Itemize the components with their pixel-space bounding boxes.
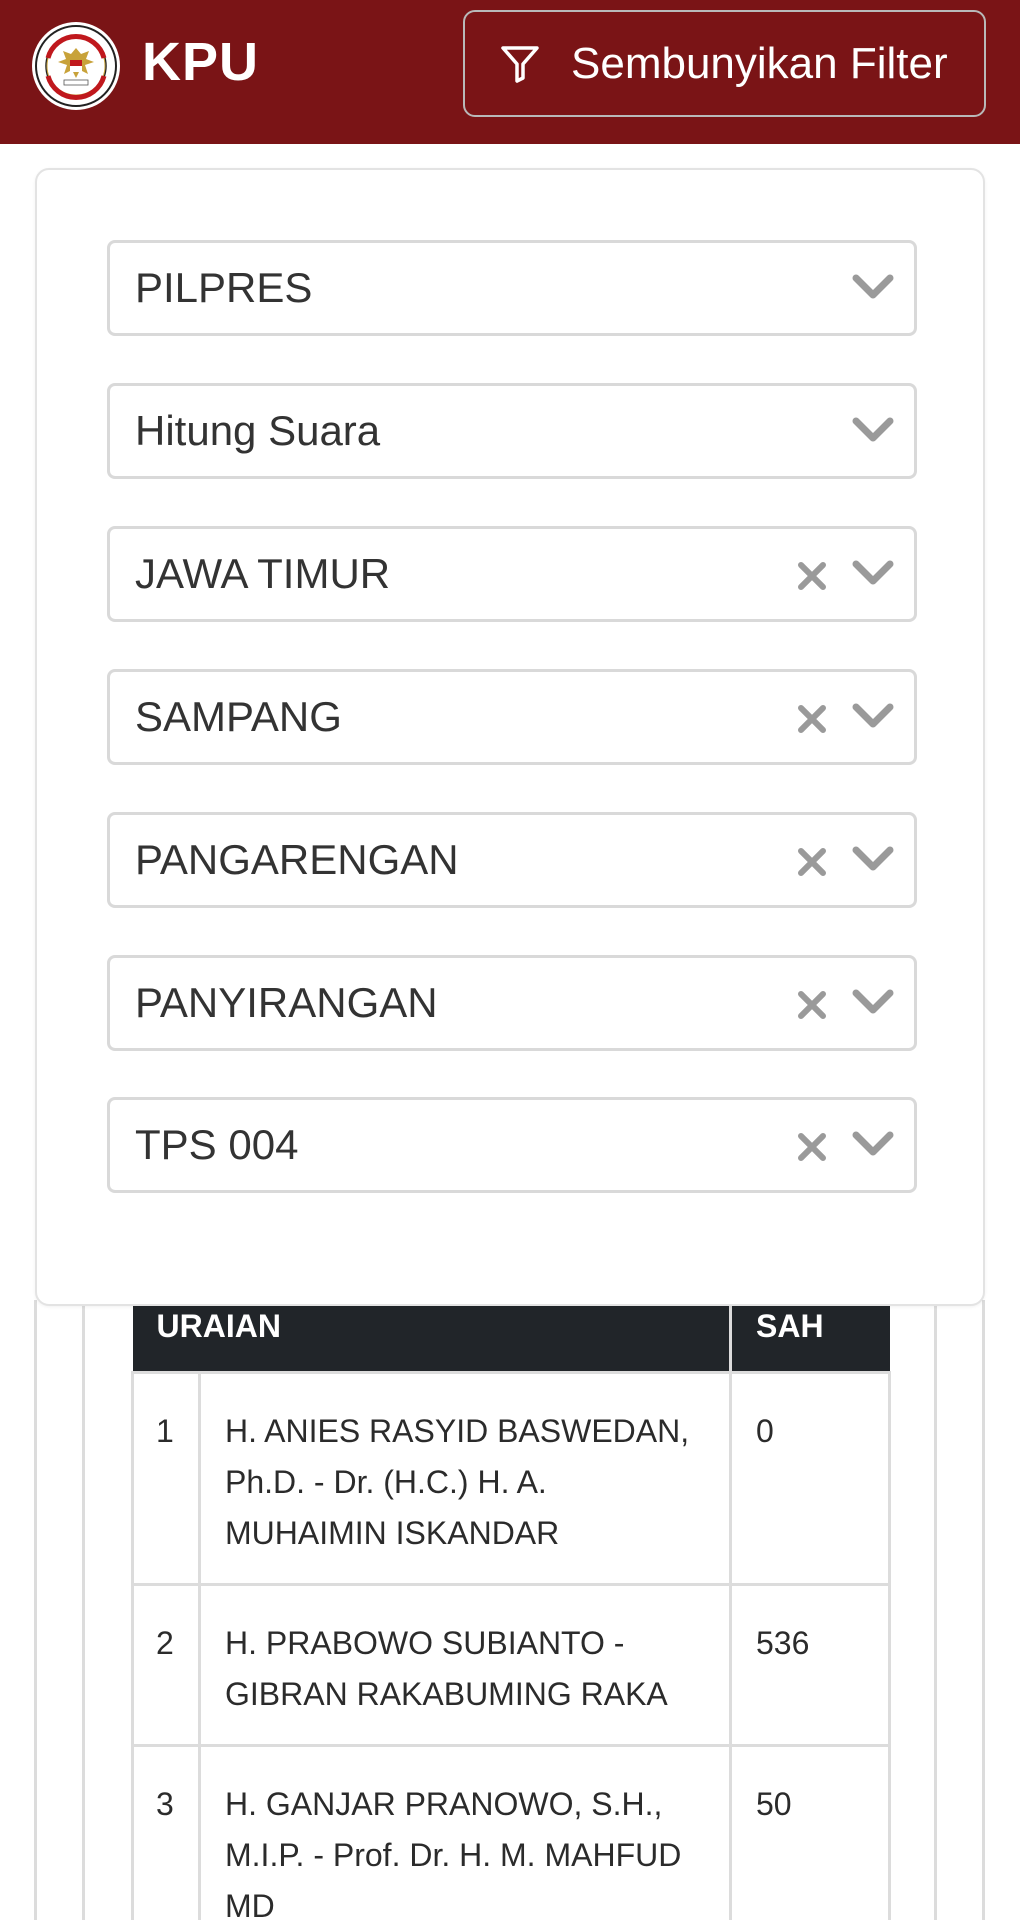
select-value: PANYIRANGAN xyxy=(135,979,438,1026)
polling-station-select[interactable]: TPS 004 xyxy=(107,1097,917,1193)
valid-votes: 50 xyxy=(729,1743,891,1920)
table-row: 2 H. PRABOWO SUBIANTO - GIBRAN RAKABUMIN… xyxy=(131,1582,891,1747)
top-header: KPU Sembunyikan Filter xyxy=(0,0,1020,144)
clear-icon[interactable] xyxy=(796,1131,828,1163)
table-row: 3 H. GANJAR PRANOWO, S.H., M.I.P. - Prof… xyxy=(131,1743,891,1920)
app-root: KPU Sembunyikan Filter URAIAN SAH 1 H. A… xyxy=(0,0,1020,1920)
clear-icon[interactable] xyxy=(796,846,828,878)
chevron-down-icon[interactable] xyxy=(852,556,894,590)
brand-name: KPU xyxy=(142,32,260,92)
select-value: Hitung Suara xyxy=(135,407,381,454)
district-select[interactable]: PANGARENGAN xyxy=(107,812,917,908)
select-value: PANGARENGAN xyxy=(135,836,459,883)
select-value: PILPRES xyxy=(135,264,313,311)
table-wrapper-border-left xyxy=(82,1300,85,1920)
chevron-down-icon[interactable] xyxy=(852,985,894,1019)
chevron-down-icon[interactable] xyxy=(852,270,894,304)
page-border-right xyxy=(982,1300,985,1920)
candidate-name: H. GANJAR PRANOWO, S.H., M.I.P. - Prof. … xyxy=(198,1743,732,1920)
valid-votes: 536 xyxy=(729,1582,891,1747)
province-select[interactable]: JAWA TIMUR xyxy=(107,526,917,622)
hide-filter-label: Sembunyikan Filter xyxy=(571,38,948,88)
candidate-number: 3 xyxy=(131,1743,201,1920)
kpu-logo[interactable] xyxy=(32,22,120,110)
select-value: JAWA TIMUR xyxy=(135,550,391,597)
chevron-down-icon[interactable] xyxy=(852,413,894,447)
candidate-number: 2 xyxy=(131,1582,201,1747)
chevron-down-icon[interactable] xyxy=(852,1127,894,1161)
filter-panel: PILPRES Hitung Suara JAWA TIMUR SAMPANG xyxy=(35,168,985,1306)
village-select[interactable]: PANYIRANGAN xyxy=(107,955,917,1051)
chevron-down-icon[interactable] xyxy=(852,842,894,876)
vote-results-table: URAIAN SAH 1 H. ANIES RASYID BASWEDAN, P… xyxy=(131,1262,891,1920)
page-border-left xyxy=(34,1300,37,1920)
regency-select[interactable]: SAMPANG xyxy=(107,669,917,765)
valid-votes: 0 xyxy=(729,1370,891,1586)
hide-filter-button[interactable]: Sembunyikan Filter xyxy=(463,10,986,117)
funnel-icon xyxy=(499,43,541,85)
clear-icon[interactable] xyxy=(796,703,828,735)
candidate-number: 1 xyxy=(131,1370,201,1586)
select-value: SAMPANG xyxy=(135,693,342,740)
table-row: 1 H. ANIES RASYID BASWEDAN, Ph.D. - Dr. … xyxy=(131,1370,891,1586)
table-wrapper-border-right xyxy=(934,1300,937,1920)
candidate-name: H. PRABOWO SUBIANTO - GIBRAN RAKABUMING … xyxy=(198,1582,732,1747)
election-type-select[interactable]: PILPRES xyxy=(107,240,917,336)
data-type-select[interactable]: Hitung Suara xyxy=(107,383,917,479)
kpu-garuda-emblem-icon xyxy=(35,25,117,107)
select-value: TPS 004 xyxy=(135,1121,299,1168)
chevron-down-icon[interactable] xyxy=(852,699,894,733)
clear-icon[interactable] xyxy=(796,989,828,1021)
clear-icon[interactable] xyxy=(796,560,828,592)
candidate-name: H. ANIES RASYID BASWEDAN, Ph.D. - Dr. (H… xyxy=(198,1370,732,1586)
